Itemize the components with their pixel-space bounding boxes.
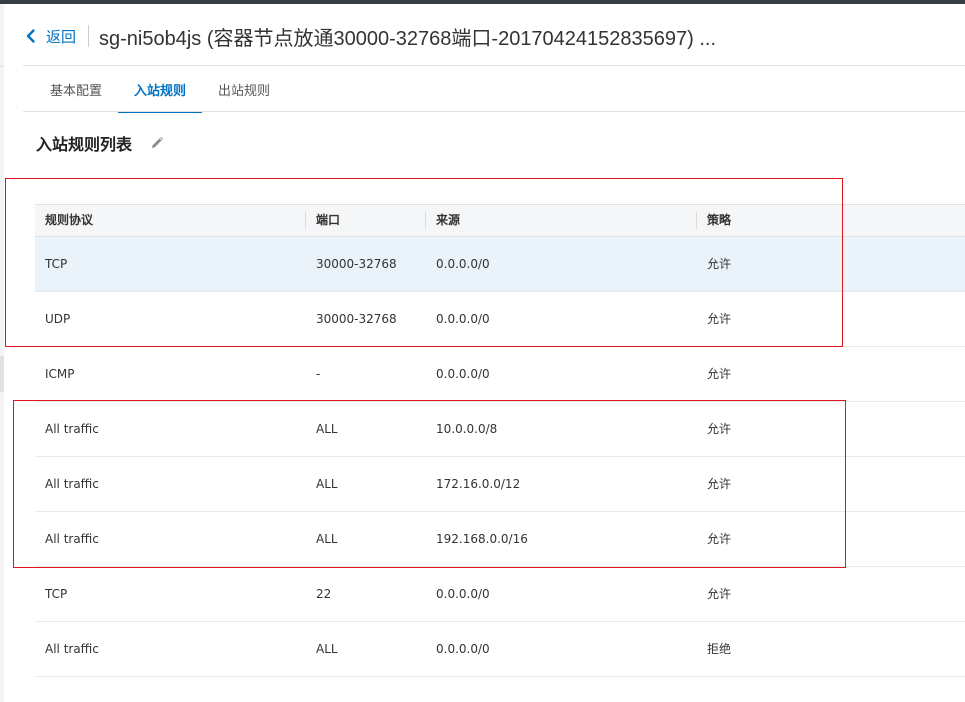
tabs-rule xyxy=(23,111,965,112)
cell-port: 30000-32768 xyxy=(316,312,397,326)
cell-source: 0.0.0.0/0 xyxy=(436,642,490,656)
column-header-policy[interactable]: 策略 xyxy=(707,205,731,236)
cell-port: 22 xyxy=(316,587,332,601)
tab-basic-config[interactable]: 基本配置 xyxy=(34,74,118,111)
cell-policy: 允许 xyxy=(707,312,732,326)
cell-port: ALL xyxy=(316,532,338,546)
cell-policy: 允许 xyxy=(707,477,732,491)
table-row[interactable]: TCP 22 0.0.0.0/0 允许 xyxy=(35,567,965,622)
table-row[interactable]: All traffic ALL 172.16.0.0/12 允许 xyxy=(35,457,965,512)
header-rule xyxy=(23,65,965,66)
pencil-icon[interactable] xyxy=(150,136,164,150)
chevron-left-icon xyxy=(26,29,35,43)
back-label[interactable]: 返回 xyxy=(46,26,76,47)
column-header-protocol[interactable]: 规则协议 xyxy=(45,205,93,236)
section-header: 入站规则列表 xyxy=(36,131,164,155)
tab-outbound-rules[interactable]: 出站规则 xyxy=(202,74,286,111)
cell-port: ALL xyxy=(316,642,338,656)
cell-policy: 允许 xyxy=(707,532,732,546)
table-row[interactable]: TCP 30000-32768 0.0.0.0/0 允许 xyxy=(35,237,965,292)
table-row[interactable]: ICMP - 0.0.0.0/0 允许 xyxy=(35,347,965,402)
cell-source: 172.16.0.0/12 xyxy=(436,477,521,491)
cell-protocol: All traffic xyxy=(45,532,99,546)
cell-protocol: TCP xyxy=(45,587,68,601)
section-title: 入站规则列表 xyxy=(36,135,133,154)
table-row[interactable]: UDP 30000-32768 0.0.0.0/0 允许 xyxy=(35,292,965,347)
cell-source: 0.0.0.0/0 xyxy=(436,367,490,381)
cell-policy: 允许 xyxy=(707,257,732,271)
column-separator xyxy=(696,212,697,229)
table-row[interactable]: All traffic ALL 192.168.0.0/16 允许 xyxy=(35,512,965,567)
tab-bar: 基本配置 入站规则 出站规则 xyxy=(34,74,286,113)
cell-source: 10.0.0.0/8 xyxy=(436,422,498,436)
table-header: 规则协议 端口 来源 策略 xyxy=(35,204,965,237)
column-separator xyxy=(305,212,306,229)
cell-port: ALL xyxy=(316,477,338,491)
column-header-source[interactable]: 来源 xyxy=(436,205,460,236)
cell-protocol: TCP xyxy=(45,257,68,271)
table-row[interactable]: All traffic ALL 0.0.0.0/0 拒绝 xyxy=(35,622,965,677)
cell-policy: 允许 xyxy=(707,422,732,436)
cell-policy: 允许 xyxy=(707,367,732,381)
cell-source: 0.0.0.0/0 xyxy=(436,312,490,326)
cell-port: ALL xyxy=(316,422,338,436)
cell-source: 192.168.0.0/16 xyxy=(436,532,528,546)
cell-source: 0.0.0.0/0 xyxy=(436,257,490,271)
inbound-rules-table: 规则协议 端口 来源 策略 TCP 30000-32768 0.0.0.0/0 … xyxy=(35,204,965,677)
left-sidebar-edge xyxy=(0,4,4,702)
cell-policy: 拒绝 xyxy=(707,642,732,656)
cell-protocol: All traffic xyxy=(45,477,99,491)
column-header-port[interactable]: 端口 xyxy=(316,205,340,236)
cell-protocol: UDP xyxy=(45,312,71,326)
header-divider xyxy=(88,25,90,47)
back-button[interactable]: 返回 xyxy=(22,26,76,47)
tab-inbound-rules[interactable]: 入站规则 xyxy=(118,74,203,113)
cell-source: 0.0.0.0/0 xyxy=(436,587,490,601)
page-title: sg-ni5ob4js (容器节点放通30000-32768端口-2017042… xyxy=(99,27,717,50)
sidebar-marker xyxy=(0,356,4,392)
column-separator xyxy=(425,212,426,229)
cell-policy: 允许 xyxy=(707,587,732,601)
table-row[interactable]: All traffic ALL 10.0.0.0/8 允许 xyxy=(35,402,965,457)
cell-port: - xyxy=(316,367,321,381)
cell-protocol: All traffic xyxy=(45,642,99,656)
cell-protocol: ICMP xyxy=(45,367,75,381)
cell-port: 30000-32768 xyxy=(316,257,397,271)
page-header: 返回 sg-ni5ob4js (容器节点放通30000-32768端口-2017… xyxy=(22,20,716,52)
sidebar-divider xyxy=(0,66,4,67)
cell-protocol: All traffic xyxy=(45,422,99,436)
top-bar xyxy=(0,0,965,4)
